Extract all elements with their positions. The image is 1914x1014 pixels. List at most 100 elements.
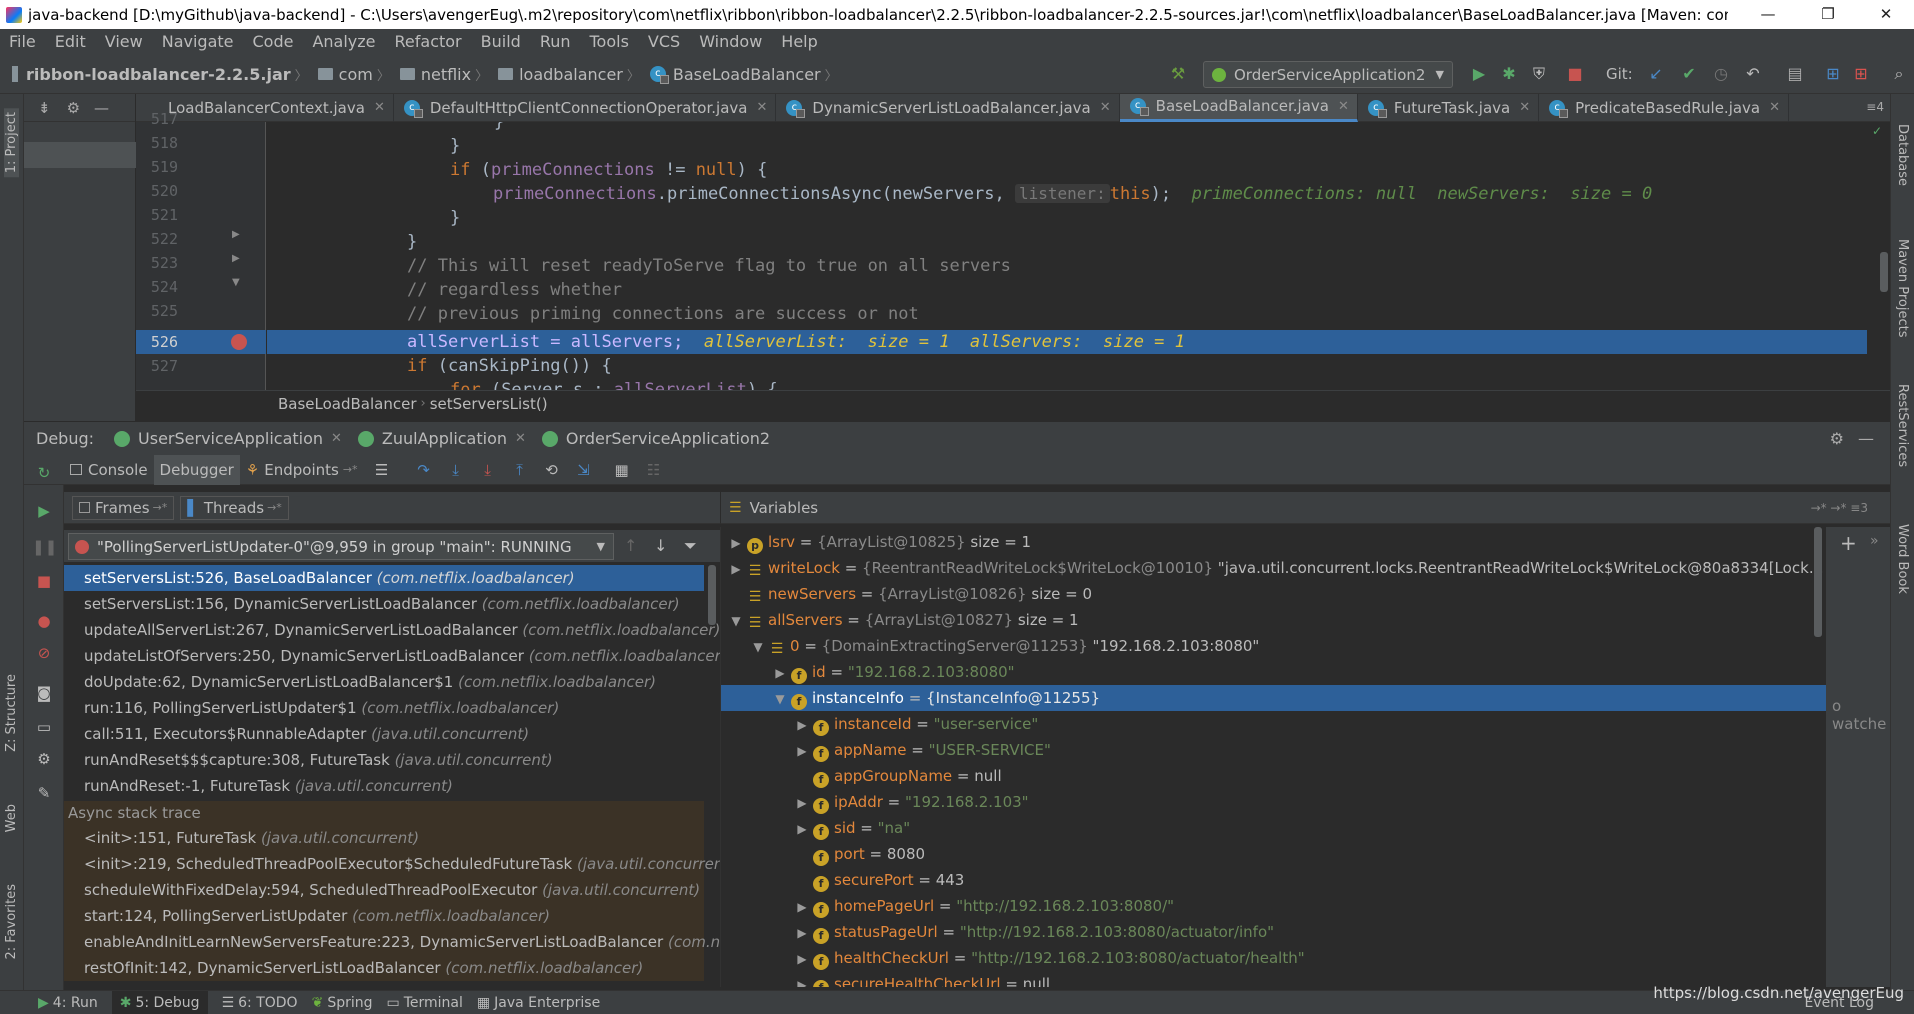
minimize-button[interactable]: — [1738,0,1798,29]
close-tab-icon[interactable]: ✕ [1519,100,1530,115]
menu-help[interactable]: Help [772,29,827,55]
tabs-overflow[interactable]: ≡4 [1866,100,1884,114]
pause-icon[interactable]: ❚❚ [32,535,57,559]
nav-crumb-class[interactable]: c BaseLoadBalancer [649,65,821,84]
menu-tools[interactable]: Tools [581,29,639,55]
menu-vcs[interactable]: VCS [639,29,690,55]
structure-tool-button[interactable]: Z: Structure [4,674,19,752]
run-tool-button[interactable]: ▶ 4: Run [38,995,98,1011]
todo-tool-button[interactable]: ☰ 6: TODO [222,995,298,1011]
arrow-up-icon[interactable]: ↑ [624,536,637,555]
translate-alt-icon[interactable]: ⊞ [1850,63,1872,85]
expand-toggle-icon[interactable]: ▼ [751,634,765,660]
git-history-icon[interactable]: ◷ [1710,63,1732,85]
settings-gear-icon[interactable]: ⚙ [32,747,56,771]
tab-futuretask[interactable]: c FutureTask.java ✕ [1358,93,1540,122]
async-stack-frame[interactable]: restOfInit:142, DynamicServerListLoadBal… [64,955,704,981]
variable-row[interactable]: ▶ f id = "192.168.2.103:8080" [721,659,1826,685]
stack-frame[interactable]: run:116, PollingServerListUpdater$1 (com… [64,695,704,721]
endpoints-tab[interactable]: ⚘ Endpoints →* [240,455,364,485]
menu-analyze[interactable]: Analyze [303,29,385,55]
async-stack-frame[interactable]: scheduleWithFixedDelay:594, ScheduledThr… [64,877,704,903]
variable-row[interactable]: ▶ f healthCheckUrl = "http://192.168.2.103… [721,945,1826,971]
async-stack-frame[interactable]: enableAndInitLearnNewServersFeature:223,… [64,929,720,955]
hide-panel-icon[interactable]: — [94,99,109,117]
hide-panel-icon[interactable]: — [1858,429,1874,448]
settings-gear-icon[interactable]: ⚙ [1830,429,1844,448]
expand-toggle-icon[interactable]: ▶ [773,660,787,686]
menu-refactor[interactable]: Refactor [386,29,472,55]
rerun-icon[interactable]: ↻ [32,461,56,485]
variable-row[interactable]: ▶ f instanceId = "user-service" [721,711,1826,737]
close-tab-icon[interactable]: ✕ [1338,99,1349,114]
git-commit-icon[interactable]: ✔ [1678,63,1700,85]
stack-frame[interactable]: runAndReset:-1, FutureTask (java.util.co… [64,773,704,799]
nav-crumb-netflix[interactable]: netflix [399,65,471,84]
project-tree-selection[interactable] [24,142,136,168]
expand-toggle-icon[interactable]: ▶ [795,712,809,738]
settings-gear-icon[interactable]: ⚙ [67,99,80,117]
stack-frame[interactable]: doUpdate:62, DynamicServerListLoadBalanc… [64,669,704,695]
translate-icon[interactable]: ⊞ [1822,63,1844,85]
close-button[interactable]: ✕ [1856,0,1914,29]
tab-dynamicserverlistloadbalancer[interactable]: c DynamicServerListLoadBalancer.java ✕ [776,93,1120,122]
thread-select[interactable]: "PollingServerListUpdater-0"@9,959 in gr… [68,533,614,560]
close-tab-icon[interactable]: ✕ [756,100,767,115]
nav-jar[interactable]: ribbon-loadbalancer-2.2.5.jar [12,65,291,84]
view-breakpoints-icon[interactable]: ● [32,609,56,633]
resume-icon[interactable]: ▶ [32,499,56,523]
nav-crumb-loadbalancer[interactable]: loadbalancer [498,65,623,84]
expand-toggle-icon[interactable]: ▶ [795,790,809,816]
breadcrumb-class[interactable]: BaseLoadBalancer [278,395,417,413]
step-over-icon[interactable]: ↷ [412,461,436,479]
close-tab-icon[interactable]: ✕ [374,100,385,115]
menu-file[interactable]: File [0,29,46,55]
close-tab-icon[interactable]: ✕ [515,431,526,446]
menu-window[interactable]: Window [690,29,772,55]
run-to-cursor-icon[interactable]: ⇲ [572,461,596,479]
menu-edit[interactable]: Edit [46,29,96,55]
nav-crumb-com[interactable]: com [317,65,373,84]
fold-expand-icon[interactable]: ▶ [232,229,240,240]
debug-icon[interactable]: ✱ [1498,63,1520,85]
expand-toggle-icon[interactable]: ▶ [795,972,809,987]
variable-row[interactable]: ▶ f statusPageUrl = "http://192.168.2.103:… [721,919,1826,945]
project-tool-button[interactable]: 1: Project [4,108,19,178]
tab-defaulthttpclientconnectionoperator[interactable]: c DefaultHttpClientConnectionOperator.jav… [394,93,777,122]
frames-scrollbar[interactable] [708,565,716,625]
expand-toggle-icon[interactable]: ▼ [773,686,787,712]
variable-row[interactable]: ▶ f ipAddr = "192.168.2.103" [721,789,1826,815]
close-tab-icon[interactable]: ✕ [1100,100,1111,115]
variable-row[interactable]: f appGroupName = null [721,763,1826,789]
mute-breakpoints-icon[interactable]: ⊘ [32,641,56,665]
variable-row[interactable]: ▶ p lsrv = {ArrayList@10825} size = 1 [721,529,1826,555]
menu-build[interactable]: Build [472,29,531,55]
coverage-icon[interactable]: ⛨ [1528,63,1550,85]
variable-row[interactable]: ▶ ☰ writeLock = {ReentrantReadWriteLock$Wr… [721,555,1826,581]
favorites-tool-button[interactable]: 2: Favorites [4,884,19,960]
expand-toggle-icon[interactable]: ▶ [795,816,809,842]
add-watch-icon[interactable]: + [1840,531,1857,555]
panel-options-icon[interactable]: →* →* ≡3 [1811,501,1868,515]
expand-toggle-icon[interactable]: ▶ [795,738,809,764]
editor-scrollbar[interactable] [1880,252,1888,292]
variable-row[interactable]: f port = 8080 [721,841,1826,867]
async-stack-frame[interactable]: <init>:219, ScheduledThreadPoolExecutor$… [64,851,720,877]
variable-row[interactable]: f securePort = 443 [721,867,1826,893]
run-configuration-select[interactable]: OrderServiceApplication2 ▼ [1203,61,1453,88]
collapse-all-icon[interactable]: ⇟ [38,99,51,117]
expand-toggle-icon[interactable]: ▶ [729,530,743,556]
code-editor[interactable]: } } if (primeConnections != null) { prim… [267,122,1890,390]
frames-tab[interactable]: Frames →* [72,495,175,520]
variable-row[interactable]: ▼ ☰ 0 = {DomainExtractingServer@11253} "19… [721,633,1826,659]
project-structure-icon[interactable]: ▤ [1784,63,1806,85]
git-update-icon[interactable]: ↙ [1645,63,1667,85]
drop-frame-icon[interactable]: ⟲ [540,461,564,479]
step-out-icon[interactable]: ⤒ [508,461,532,479]
trace-icon[interactable]: ☷ [642,461,666,479]
variable-row[interactable]: ▼ ☰ allServers = {ArrayList@10827} size = … [721,607,1826,633]
stack-frame[interactable]: setServersList:526, BaseLoadBalancer (co… [64,565,704,591]
stack-frame[interactable]: updateListOfServers:250, DynamicServerLi… [64,643,720,669]
close-tab-icon[interactable]: ✕ [331,431,342,446]
layout-menu-icon[interactable]: ☰ [370,461,394,479]
